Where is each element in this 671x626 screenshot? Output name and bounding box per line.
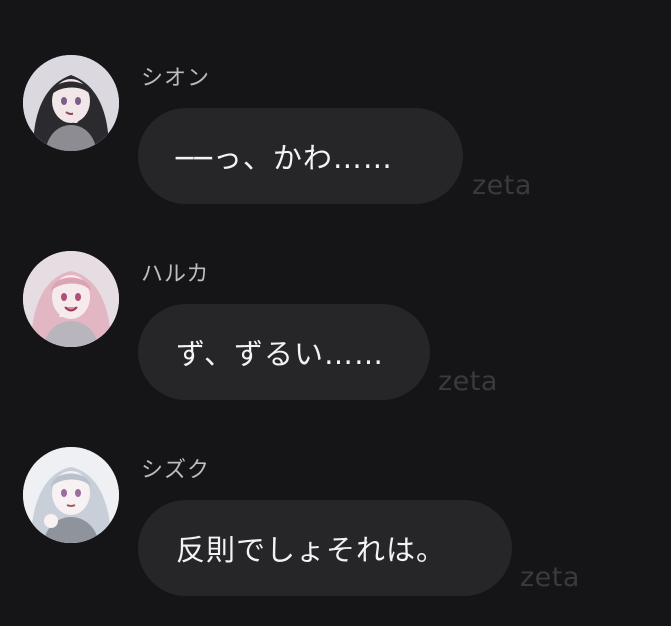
- message-row: ハルカ ず、ずるい…… zeta: [0, 204, 671, 400]
- chat-log: シオン ──っ、かわ…… zeta ハルカ ず、ずるい…… zeta シズク 反…: [0, 0, 671, 626]
- message-text: 反則でしょそれは。: [176, 533, 447, 567]
- character-avatar-pink-hair-icon: [23, 251, 119, 347]
- sender-name: ハルカ: [141, 262, 210, 287]
- watermark: zeta: [472, 170, 532, 201]
- message-row: シオン ──っ、かわ…… zeta: [0, 8, 671, 204]
- watermark: zeta: [520, 562, 580, 593]
- character-avatar-dark-hair-icon: [23, 55, 119, 151]
- character-avatar-silver-hair-icon: [23, 447, 119, 543]
- avatar[interactable]: [23, 55, 119, 151]
- message-row: シズク 反則でしょそれは。 zeta: [0, 400, 671, 596]
- message-bubble[interactable]: ──っ、かわ……: [138, 108, 463, 204]
- avatar[interactable]: [23, 447, 119, 543]
- message-text: ──っ、かわ……: [176, 141, 393, 175]
- sender-name: シズク: [141, 458, 211, 483]
- message-text: ず、ずるい……: [176, 337, 384, 371]
- message-bubble[interactable]: 反則でしょそれは。: [138, 500, 512, 596]
- avatar[interactable]: [23, 251, 119, 347]
- watermark: zeta: [438, 366, 498, 397]
- message-bubble[interactable]: ず、ずるい……: [138, 304, 430, 400]
- sender-name: シオン: [141, 66, 211, 91]
